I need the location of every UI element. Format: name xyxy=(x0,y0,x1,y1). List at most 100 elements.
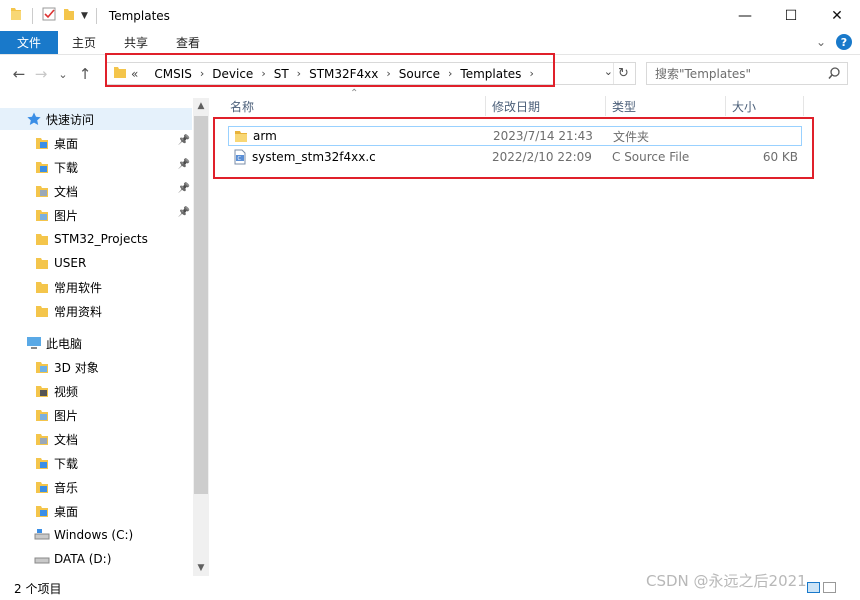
properties-icon[interactable] xyxy=(41,6,57,25)
scroll-up-icon[interactable]: ▲ xyxy=(193,98,209,114)
column-name[interactable]: 名称 xyxy=(224,94,486,118)
sidebar-item-label: 常用资料 xyxy=(54,304,103,319)
column-type[interactable]: 类型 xyxy=(606,94,726,118)
star-icon xyxy=(26,111,42,127)
sidebar-item[interactable]: STM32_Projects xyxy=(0,228,192,250)
tab-file[interactable]: 文件 xyxy=(0,31,59,54)
sidebar-item-label: 下载 xyxy=(54,456,79,471)
desktop-folder-icon xyxy=(34,503,50,519)
column-size[interactable]: 大小 xyxy=(726,94,804,118)
close-button[interactable]: ✕ xyxy=(814,0,860,31)
sidebar-item[interactable]: 桌面 xyxy=(0,500,192,522)
sidebar-item-label: Windows (C:) xyxy=(54,528,134,542)
help-icon[interactable]: ? xyxy=(836,34,852,50)
tab-view[interactable]: 查看 xyxy=(162,31,214,54)
music-icon xyxy=(34,479,50,495)
documents-folder-icon xyxy=(34,183,50,199)
quick-access-toolbar: ▼ xyxy=(0,0,101,31)
new-folder-icon[interactable] xyxy=(61,6,77,25)
sidebar-item[interactable]: 文档 xyxy=(0,428,192,450)
search-input[interactable]: 搜索"Templates" xyxy=(646,62,848,85)
sidebar-item[interactable]: 图片 xyxy=(0,404,192,426)
folder-icon xyxy=(34,255,50,271)
refresh-icon[interactable]: ↻ xyxy=(613,63,633,84)
sidebar-item-label: 下载 xyxy=(54,160,79,175)
sidebar-item-this-pc[interactable]: 此电脑 xyxy=(0,332,192,354)
pin-icon[interactable]: 📌 xyxy=(178,207,190,218)
sidebar-item[interactable]: 常用资料 xyxy=(0,300,192,322)
title-bar: ▼ Templates — ☐ ✕ xyxy=(0,0,860,31)
sidebar-item[interactable]: 桌面 📌 xyxy=(0,132,192,154)
sidebar-item[interactable]: 下载 📌 xyxy=(0,156,192,178)
sidebar-item-label: USER xyxy=(54,256,87,270)
search-icon[interactable] xyxy=(827,66,841,83)
pictures-folder-icon xyxy=(34,207,50,223)
recent-locations-button[interactable]: ⌄ xyxy=(52,63,74,85)
sidebar-item-label: DATA (D:) xyxy=(54,552,112,566)
tab-home[interactable]: 主页 xyxy=(58,31,110,54)
folder-icon xyxy=(8,6,24,25)
scrollbar-thumb[interactable] xyxy=(194,116,208,494)
sidebar-item-label: 桌面 xyxy=(54,136,79,151)
large-icons-view-icon[interactable] xyxy=(823,582,836,593)
sidebar-scrollbar[interactable]: ▲ ▼ xyxy=(193,98,209,576)
maximize-button[interactable]: ☐ xyxy=(768,0,814,31)
sidebar-item[interactable]: 视频 xyxy=(0,380,192,402)
divider xyxy=(95,7,97,24)
sidebar-item-quick-access[interactable]: 快速访问 xyxy=(0,108,192,130)
item-count: 2 个项目 xyxy=(14,581,62,596)
computer-icon xyxy=(26,335,42,351)
files-highlight-box xyxy=(213,117,814,179)
sidebar-item-label: 音乐 xyxy=(54,480,79,495)
view-switcher xyxy=(807,582,836,593)
sidebar-item-label: 图片 xyxy=(54,208,79,223)
sidebar-item[interactable]: 下载 xyxy=(0,452,192,474)
sidebar-item[interactable]: 文档 📌 xyxy=(0,180,192,202)
sidebar-item-label: 常用软件 xyxy=(54,280,103,295)
navigation-pane: 快速访问 桌面 📌 下载 📌 文档 📌 图片 📌 STM32_Projects USER 常用软件常… xyxy=(0,98,208,576)
address-highlight-box xyxy=(105,53,555,87)
sidebar-item-label: 图片 xyxy=(54,408,79,423)
column-date-label: 修改日期 xyxy=(492,99,541,114)
column-size-label: 大小 xyxy=(732,99,757,114)
sidebar-item[interactable]: Windows (C:) xyxy=(0,524,192,546)
sidebar-item[interactable]: 音乐 xyxy=(0,476,192,498)
up-button[interactable]: ↑ xyxy=(74,63,96,85)
scroll-down-icon[interactable]: ▼ xyxy=(193,560,209,576)
sidebar-item-label: 桌面 xyxy=(54,504,79,519)
details-view-icon[interactable] xyxy=(807,582,820,593)
sidebar-item[interactable]: 常用软件 xyxy=(0,276,192,298)
divider xyxy=(32,7,33,24)
column-header: 名称 修改日期 类型 大小 xyxy=(216,94,806,118)
minimize-button[interactable]: — xyxy=(722,0,768,31)
ribbon-controls: ⌄ ? xyxy=(816,34,852,50)
sidebar-item-label: STM32_Projects xyxy=(54,232,148,246)
tab-share[interactable]: 共享 xyxy=(110,31,162,54)
drive-icon xyxy=(34,551,50,567)
3d-objects-icon xyxy=(34,359,50,375)
ribbon-tabs: 文件 主页 共享 查看 ⌄ ? xyxy=(0,31,860,55)
window-title: Templates xyxy=(108,8,170,23)
window-controls: — ☐ ✕ xyxy=(722,0,860,31)
back-button[interactable]: ← xyxy=(8,63,30,85)
address-dropdown-icon[interactable]: ⌄ xyxy=(604,65,613,78)
videos-icon xyxy=(34,383,50,399)
search-placeholder: 搜索"Templates" xyxy=(655,67,752,81)
sidebar-item[interactable]: DATA (D:) xyxy=(0,548,192,570)
sidebar-item[interactable]: 3D 对象 xyxy=(0,356,192,378)
desktop-folder-icon xyxy=(34,135,50,151)
pin-icon[interactable]: 📌 xyxy=(178,135,190,146)
pin-icon[interactable]: 📌 xyxy=(178,159,190,170)
sidebar-item[interactable]: 图片 📌 xyxy=(0,204,192,226)
sidebar-item-label: 3D 对象 xyxy=(54,360,99,375)
expand-ribbon-chevron-icon[interactable]: ⌄ xyxy=(816,35,826,49)
column-date[interactable]: 修改日期 xyxy=(486,94,606,118)
sidebar-item-label: 快速访问 xyxy=(46,112,95,127)
sidebar-item-label: 文档 xyxy=(54,184,79,199)
pictures-folder-icon xyxy=(34,407,50,423)
windows-drive-icon xyxy=(34,527,50,543)
forward-button[interactable]: → xyxy=(30,63,52,85)
pin-icon[interactable]: 📌 xyxy=(178,183,190,194)
chevron-down-icon[interactable]: ▼ xyxy=(81,11,88,21)
sidebar-item[interactable]: USER xyxy=(0,252,192,274)
